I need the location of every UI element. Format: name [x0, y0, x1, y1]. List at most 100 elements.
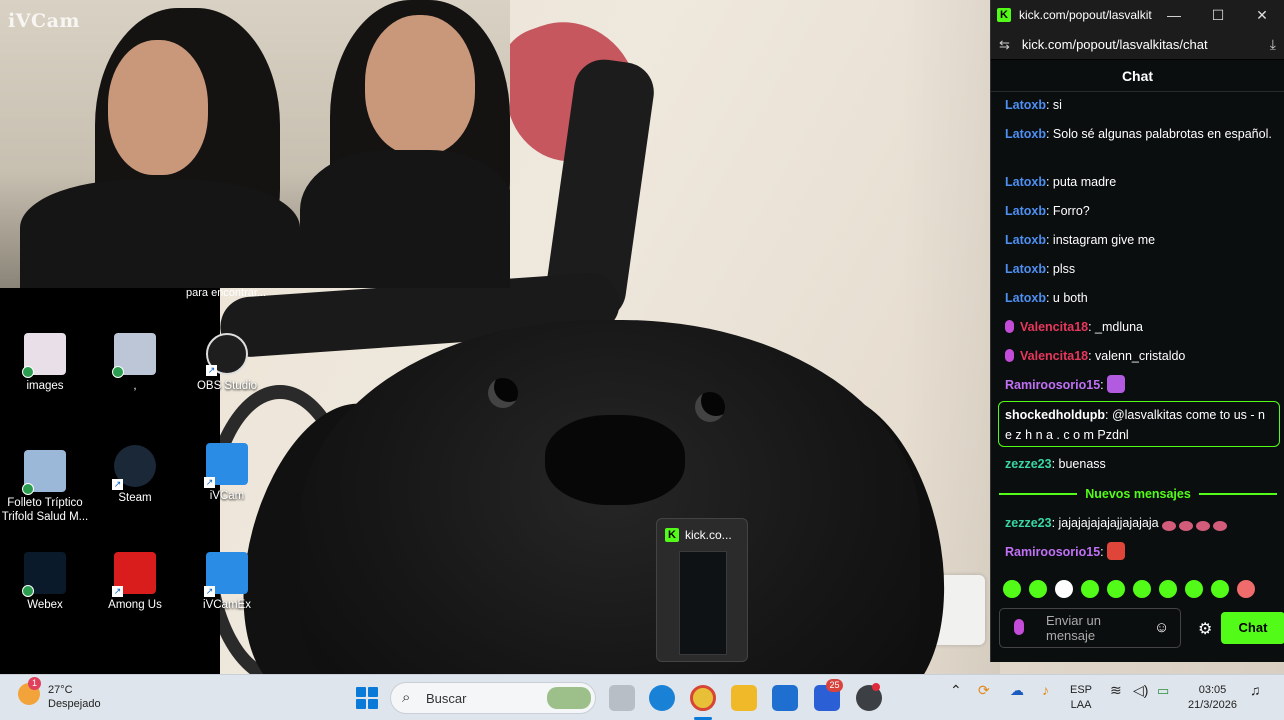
emote-icon[interactable] — [1081, 580, 1099, 598]
taskbar: 1 27°C Despejado ⌕ Buscar 25 ⌃ ⟳ ☁ ♪ ESP… — [0, 674, 1284, 720]
minimize-button[interactable]: — — [1152, 7, 1196, 23]
sync-check-icon — [22, 366, 34, 378]
tray-overflow-chevron-icon[interactable]: ⌃ — [950, 683, 962, 698]
wifi-icon[interactable]: ≋ — [1110, 683, 1122, 698]
search-icon: ⌕ — [402, 689, 411, 706]
chat-message[interactable]: Latoxb: Solo sé algunas palabrotas en es… — [1005, 124, 1275, 144]
chat-message[interactable]: zezze23: buenass — [1005, 454, 1275, 474]
chat-message[interactable]: Latoxb: Forro? — [1005, 201, 1275, 221]
chat-input-placeholder[interactable]: Enviar un mensaje — [1046, 613, 1142, 643]
microphone-icon[interactable]: ♪ — [1042, 683, 1049, 698]
emote-icon[interactable] — [1237, 580, 1255, 598]
divider-line — [999, 493, 1078, 495]
desktop-icon-among-us[interactable]: ↗ Among Us — [90, 552, 180, 612]
chat-username[interactable]: Valencita18 — [1020, 349, 1088, 363]
desktop-icon-ivcam[interactable]: ↗ iVCam — [182, 443, 272, 503]
chat-message[interactable]: Latoxb: puta madre — [1005, 172, 1275, 192]
volume-icon[interactable]: ◁) — [1133, 683, 1148, 698]
language-code: ESP — [1070, 684, 1093, 696]
address-bar[interactable]: ⇆ kick.com/popout/lasvalkitas/chat ⤓ — [991, 30, 1284, 60]
image-file-icon — [112, 333, 156, 378]
chat-username[interactable]: Valencita18 — [1020, 320, 1088, 334]
chat-username[interactable]: Ramiroosorio15 — [1005, 378, 1100, 392]
chat-message[interactable]: Valencita18: valenn_cristaldo — [1005, 346, 1275, 366]
close-button[interactable]: ✕ — [1240, 7, 1284, 24]
emote-icon[interactable] — [1211, 580, 1229, 598]
taskbar-search[interactable]: ⌕ Buscar — [390, 682, 596, 714]
new-messages-divider[interactable]: Nuevos mensajes — [999, 485, 1278, 503]
chat-username[interactable]: Latoxb — [1005, 233, 1046, 247]
steam-icon: ↗ — [112, 445, 156, 490]
emoji-icon[interactable]: ☺ — [1154, 619, 1169, 636]
chat-username[interactable]: zezze23 — [1005, 516, 1052, 530]
chat-username[interactable]: Latoxb — [1005, 127, 1046, 141]
chat-message[interactable]: zezze23: jajajajajajajjajajaja — [1005, 513, 1275, 533]
start-button[interactable] — [356, 687, 378, 709]
taskbar-thumbnail-preview[interactable]: K kick.co... — [656, 518, 748, 662]
maximize-button[interactable]: ☐ — [1196, 7, 1240, 24]
desktop-icon-folleto[interactable]: Folleto Tríptico Trifold Salud M... — [0, 450, 90, 524]
keyboard-layout: LAA — [1070, 699, 1092, 711]
emote-icon[interactable] — [1133, 580, 1151, 598]
chrome-icon[interactable] — [690, 685, 716, 711]
site-settings-icon[interactable]: ⇆ — [999, 37, 1010, 53]
chat-message-input[interactable]: Enviar un mensaje ☺ — [999, 608, 1181, 648]
screen: iVCam para encontrar... images , ↗ OBS S… — [0, 0, 1284, 720]
notification-bell-icon[interactable]: ♫ — [1250, 683, 1261, 698]
chat-text: : — [1100, 545, 1104, 559]
language-indicator[interactable]: ESP LAA — [1070, 683, 1092, 713]
chat-username[interactable]: Latoxb — [1005, 262, 1046, 276]
battery-icon[interactable]: ▭ — [1157, 683, 1169, 698]
edge-icon[interactable] — [649, 685, 675, 711]
emote-icon[interactable] — [1055, 580, 1073, 598]
laugh-emote-icon — [1161, 521, 1176, 531]
desktop-icon-webex[interactable]: Webex — [0, 552, 90, 612]
desktop-icon-obs[interactable]: ↗ OBS Studio — [182, 333, 272, 393]
chat-message[interactable]: Latoxb: instagram give me — [1005, 230, 1275, 250]
desktop-icon-comma[interactable]: , — [90, 333, 180, 393]
desktop-icon-images[interactable]: images — [0, 333, 90, 393]
file-explorer-icon[interactable] — [731, 685, 757, 711]
chat-text: : — [1100, 378, 1104, 392]
emote-icon[interactable] — [1029, 580, 1047, 598]
chat-username[interactable]: zezze23 — [1005, 457, 1052, 471]
chat-settings-icon[interactable]: ⚙ — [1198, 619, 1212, 639]
chat-text: : jajajajajajajjajajaja — [1051, 516, 1159, 530]
emote-icon[interactable] — [1159, 580, 1177, 598]
outlook-icon[interactable] — [772, 685, 798, 711]
laugh-emote-icon — [1178, 521, 1193, 531]
emote-icon[interactable] — [1003, 580, 1021, 598]
mic-icon[interactable] — [1014, 619, 1024, 635]
weather-widget[interactable]: 1 27°C Despejado — [18, 677, 101, 711]
sync-icon[interactable]: ⟳ — [978, 683, 990, 698]
emote-icon[interactable] — [1185, 580, 1203, 598]
chat-username[interactable]: Latoxb — [1005, 291, 1046, 305]
chat-message[interactable]: Ramiroosorio15: — [1005, 542, 1275, 562]
chat-message[interactable]: Latoxb: u both — [1005, 288, 1275, 308]
chat-username[interactable]: Latoxb — [1005, 98, 1046, 112]
send-chat-button[interactable]: Chat — [1221, 612, 1284, 644]
chat-message[interactable]: Latoxb: plss — [1005, 259, 1275, 279]
chat-message[interactable]: Ramiroosorio15: — [1005, 375, 1275, 395]
chat-message[interactable]: Latoxb: si — [1005, 95, 1275, 115]
task-view-icon[interactable] — [609, 685, 635, 711]
desktop-icon-ivcamex[interactable]: ↗ iVCamEx — [182, 552, 272, 612]
divider-line — [1198, 493, 1278, 495]
cloud-icon[interactable]: ☁ — [1010, 683, 1024, 698]
clock[interactable]: 03:05 21/3/2026 — [1188, 683, 1237, 713]
chat-username[interactable]: Latoxb — [1005, 175, 1046, 189]
new-messages-label[interactable]: Nuevos mensajes — [1077, 487, 1199, 501]
weather-description: Despejado — [48, 698, 101, 710]
chat-username[interactable]: Latoxb — [1005, 204, 1046, 218]
obs-taskbar-icon[interactable] — [856, 683, 882, 711]
window-title: kick.com/popout/lasvalkitas... — [1019, 8, 1152, 22]
chat-username[interactable]: Ramiroosorio15 — [1005, 545, 1100, 559]
chat-username[interactable]: shockedholdupb — [1005, 408, 1105, 422]
mail-icon[interactable]: 25 — [814, 679, 843, 711]
chat-message[interactable]: shockedholdupb: @lasvalkitas come to us … — [1005, 405, 1269, 445]
download-icon[interactable]: ⤓ — [1270, 36, 1276, 53]
emote-icon[interactable] — [1107, 580, 1125, 598]
desktop-icon-steam[interactable]: ↗ Steam — [90, 445, 180, 505]
chat-message[interactable]: Valencita18: _mdluna — [1005, 317, 1275, 337]
url-text[interactable]: kick.com/popout/lasvalkitas/chat — [1022, 37, 1270, 52]
